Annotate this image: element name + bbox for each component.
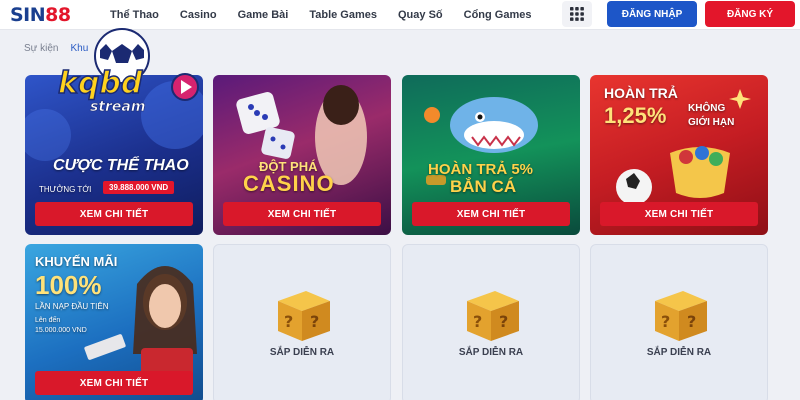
mystery-box-icon: ? ?: [467, 291, 519, 341]
svg-text:?: ?: [473, 312, 482, 331]
promo-title: CƯỢC THỂ THAO: [53, 157, 189, 174]
sin88-logo[interactable]: SIN88: [10, 2, 71, 28]
nav-game-bai[interactable]: Game Bài: [238, 9, 289, 21]
coming-soon-card: ? ? SẮP DIỄN RA: [213, 244, 391, 400]
mystery-box-icon: ? ?: [278, 291, 330, 341]
promo-subtitle: THƯỞNG TỚI: [39, 185, 92, 194]
promo-subtitle: BẮN CÁ: [450, 177, 517, 196]
promo-note: LẦN NẠP ĐẦU TIÊN: [35, 302, 109, 311]
promo-card-casino[interactable]: ĐỘT PHÁ CASINO XEM CHI TIẾT: [213, 75, 391, 235]
promo-percent: 1,25%: [604, 103, 667, 128]
svg-text:?: ?: [661, 312, 670, 331]
promo-note-2: GIỚI HẠN: [688, 117, 735, 128]
login-button[interactable]: ĐĂNG NHẬP: [607, 1, 697, 27]
kqbd-stream-watermark: kqbd stream: [57, 26, 208, 126]
promo-amount: 15.000.000 VND: [35, 327, 87, 334]
promo-amount: 39.888.000 VND: [103, 181, 175, 194]
breadcrumb-parent[interactable]: Sự kiện: [24, 43, 59, 54]
coming-soon-label: SẮP DIỄN RA: [269, 347, 335, 358]
promo-upto: Lên đến: [35, 317, 61, 324]
promo-subtitle: CASINO: [243, 171, 335, 196]
promo-title: HOÀN TRẢ: [604, 85, 678, 101]
nav-casino[interactable]: Casino: [180, 9, 217, 21]
mystery-box-icon: ? ?: [655, 291, 707, 341]
promo-percent: 100%: [35, 270, 102, 300]
view-details-button[interactable]: XEM CHI TIẾT: [412, 202, 570, 226]
coming-soon-label: SẮP DIỄN RA: [646, 347, 712, 358]
view-details-button[interactable]: XEM CHI TIẾT: [223, 202, 381, 226]
nav-the-thao[interactable]: Thể Thao: [110, 9, 159, 21]
coming-soon-card: ? ? SẮP DIỄN RA: [402, 244, 580, 400]
nav-cong-games[interactable]: Cổng Games: [464, 9, 532, 21]
nav-table-games[interactable]: Table Games: [309, 9, 377, 21]
svg-text:?: ?: [499, 312, 508, 331]
svg-text:?: ?: [310, 312, 319, 331]
grid-icon: [570, 7, 584, 21]
play-icon: [171, 73, 199, 101]
promo-note-1: KHÔNG: [688, 103, 726, 114]
promo-card-cashback[interactable]: HOÀN TRẢ 1,25% KHÔNG GIỚI HẠN XEM CHI TI…: [590, 75, 768, 235]
promo-card-fishing[interactable]: HOÀN TRẢ 5% BẮN CÁ XEM CHI TIẾT: [402, 75, 580, 235]
watermark-sub: stream: [90, 99, 146, 116]
register-button[interactable]: ĐĂNG KÝ: [705, 1, 795, 27]
view-details-button[interactable]: XEM CHI TIẾT: [35, 202, 193, 226]
coming-soon-label: SẮP DIỄN RA: [458, 347, 524, 358]
apps-menu-button[interactable]: [562, 1, 592, 27]
svg-text:?: ?: [687, 312, 696, 331]
promo-title: KHUYẾN MÃI: [35, 254, 118, 269]
promo-card-first-deposit[interactable]: KHUYẾN MÃI 100% LẦN NẠP ĐẦU TIÊN Lên đến…: [25, 244, 203, 400]
view-details-button[interactable]: XEM CHI TIẾT: [35, 371, 193, 395]
svg-text:?: ?: [284, 312, 293, 331]
view-details-button[interactable]: XEM CHI TIẾT: [600, 202, 758, 226]
nav-quay-so[interactable]: Quay Số: [398, 9, 443, 21]
logo-text: SIN88: [10, 4, 71, 26]
coming-soon-card: ? ? SẮP DIỄN RA: [590, 244, 768, 400]
watermark-brand: kqbd: [57, 65, 143, 102]
promo-title: HOÀN TRẢ 5%: [428, 161, 534, 178]
